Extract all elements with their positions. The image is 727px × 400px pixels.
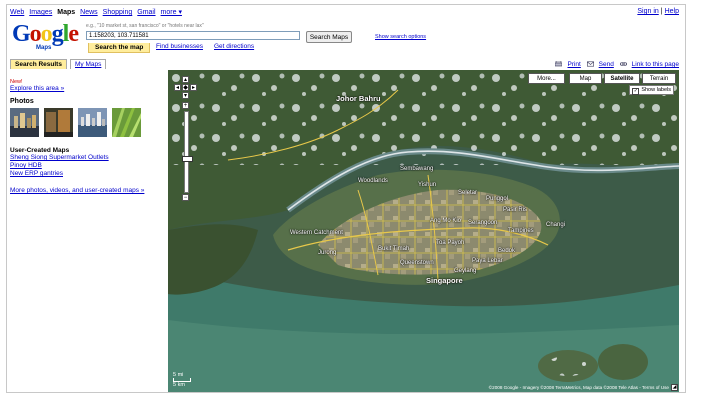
photo-thumbnail[interactable] bbox=[111, 108, 141, 137]
map-label: Punggol bbox=[486, 196, 509, 202]
map-view[interactable]: Johor Bahru Singapore Woodlands Yishun S… bbox=[168, 70, 679, 392]
pan-up-icon[interactable]: ▴ bbox=[182, 76, 189, 83]
zoom-slider-thumb[interactable] bbox=[182, 156, 193, 162]
satellite-imagery bbox=[168, 70, 679, 392]
terrain-view-button[interactable]: Terrain bbox=[642, 73, 676, 84]
nav-news[interactable]: News bbox=[80, 9, 98, 16]
map-copyright: ©2008 Google - Imagery ©2008 TerraMetric… bbox=[488, 385, 669, 390]
map-label: Changi bbox=[546, 222, 566, 228]
map-type-controls: More... Map Satellite Terrain bbox=[528, 73, 676, 84]
printer-icon bbox=[555, 61, 563, 67]
photo-thumbnails bbox=[10, 108, 165, 138]
tab-search-results[interactable]: Search Results bbox=[10, 59, 67, 69]
show-labels-toggle[interactable]: ✓ Show labels bbox=[629, 85, 674, 95]
search-maps-button[interactable]: Search Maps bbox=[306, 31, 352, 43]
nav-images[interactable]: Images bbox=[29, 9, 52, 16]
map-label: Yishun bbox=[418, 182, 437, 188]
chain-link-icon bbox=[619, 62, 627, 66]
map-label: Paya Lebar bbox=[472, 258, 503, 264]
map-tools: Print Send Link to this page bbox=[551, 61, 679, 68]
top-nav: Web Images Maps News Shopping Gmail more ▾ bbox=[10, 8, 187, 18]
tab-find-businesses[interactable]: Find businesses bbox=[156, 43, 203, 50]
map-label: Ang Mo Kio bbox=[430, 218, 462, 224]
map-label: Bukit Timah bbox=[378, 246, 410, 252]
map-label: Sembawang bbox=[400, 166, 434, 172]
show-labels-label: Show labels bbox=[641, 87, 671, 93]
map-label: Pasir Ris bbox=[503, 207, 528, 213]
account-links: Sign in | Help bbox=[637, 8, 679, 15]
search-hint: e.g., "10 market st, san francisco" or "… bbox=[86, 23, 204, 29]
explore-area-link[interactable]: Explore this area » bbox=[10, 85, 165, 92]
tab-my-maps[interactable]: My Maps bbox=[70, 59, 107, 69]
map-label: Seletar bbox=[458, 190, 478, 196]
map-view-button[interactable]: Map bbox=[569, 73, 602, 84]
logo-maps-label: Maps bbox=[36, 45, 52, 51]
send-label: Send bbox=[598, 61, 614, 68]
map-label: Western Catchment bbox=[290, 230, 343, 236]
zoom-out-icon[interactable]: − bbox=[182, 194, 189, 201]
map-label: Queenstown bbox=[400, 260, 434, 266]
results-panel: New! Explore this area » Photos User-Cre… bbox=[10, 79, 165, 194]
link-label: Link to this page bbox=[631, 61, 679, 68]
show-search-options-link[interactable]: Show search options bbox=[375, 34, 426, 40]
sign-in-link[interactable]: Sign in bbox=[637, 8, 658, 15]
map-label: Geylang bbox=[454, 268, 477, 274]
checkbox-checked-icon: ✓ bbox=[632, 88, 640, 95]
more-layers-button[interactable]: More... bbox=[528, 73, 565, 84]
map-label: Singapore bbox=[426, 276, 463, 285]
nav-shopping[interactable]: Shopping bbox=[103, 9, 133, 16]
envelope-icon bbox=[586, 61, 594, 67]
separator: | bbox=[660, 8, 663, 15]
help-link[interactable]: Help bbox=[665, 8, 679, 15]
scale-km: 5 km bbox=[173, 382, 185, 388]
map-label: Bedok bbox=[498, 248, 516, 254]
photo-thumbnail[interactable] bbox=[43, 108, 73, 137]
photo-thumbnail[interactable] bbox=[77, 108, 107, 137]
map-label: Tampines bbox=[508, 228, 534, 234]
print-link[interactable]: Print bbox=[555, 61, 581, 68]
nav-maps: Maps bbox=[57, 9, 76, 16]
my-maps-label: My Maps bbox=[75, 61, 102, 68]
photo-thumbnail[interactable] bbox=[10, 108, 39, 137]
link-to-page[interactable]: Link to this page bbox=[619, 61, 679, 68]
logo-wordmark: Google bbox=[12, 21, 79, 47]
photos-heading: Photos bbox=[10, 98, 34, 105]
more-photos-link[interactable]: More photos, videos, and user-created ma… bbox=[10, 187, 165, 194]
satellite-view-button[interactable]: Satellite bbox=[604, 73, 640, 84]
zoom-in-icon[interactable]: + bbox=[182, 102, 189, 109]
map-label: Serangoon bbox=[468, 220, 498, 226]
tab-get-directions[interactable]: Get directions bbox=[214, 43, 254, 50]
resize-corner-icon[interactable]: ◢ bbox=[671, 384, 678, 391]
nav-more[interactable]: more ▾ bbox=[161, 9, 182, 16]
scale-bar: 5 mi 5 km bbox=[173, 372, 191, 388]
map-label: Woodlands bbox=[358, 178, 388, 184]
pan-center-icon[interactable]: ◆ bbox=[182, 84, 189, 91]
map-label: Johor Bahru bbox=[336, 94, 381, 103]
pan-right-icon[interactable]: ▸ bbox=[190, 84, 197, 91]
nav-gmail[interactable]: Gmail bbox=[137, 9, 155, 16]
nav-web[interactable]: Web bbox=[10, 9, 24, 16]
user-map-link[interactable]: Sheng Siong Supermarket Outlets bbox=[10, 154, 165, 162]
pan-down-icon[interactable]: ▾ bbox=[182, 92, 189, 99]
pan-left-icon[interactable]: ◂ bbox=[174, 84, 181, 91]
user-maps-heading: User-Created Maps bbox=[10, 147, 70, 154]
user-map-link[interactable]: New ERP gantries bbox=[10, 170, 165, 178]
print-label: Print bbox=[567, 61, 581, 68]
map-label: Jurong bbox=[318, 250, 337, 256]
map-label: Toa Payoh bbox=[436, 240, 465, 246]
tab-search-the-map[interactable]: Search the map bbox=[88, 43, 151, 53]
google-maps-logo[interactable]: Google Maps bbox=[12, 22, 82, 56]
user-map-link[interactable]: Pinoy HDB bbox=[10, 162, 165, 170]
send-link[interactable]: Send bbox=[586, 61, 614, 68]
search-input[interactable]: 1.158203, 103.711581 bbox=[86, 31, 300, 40]
zoom-slider[interactable] bbox=[182, 111, 193, 193]
